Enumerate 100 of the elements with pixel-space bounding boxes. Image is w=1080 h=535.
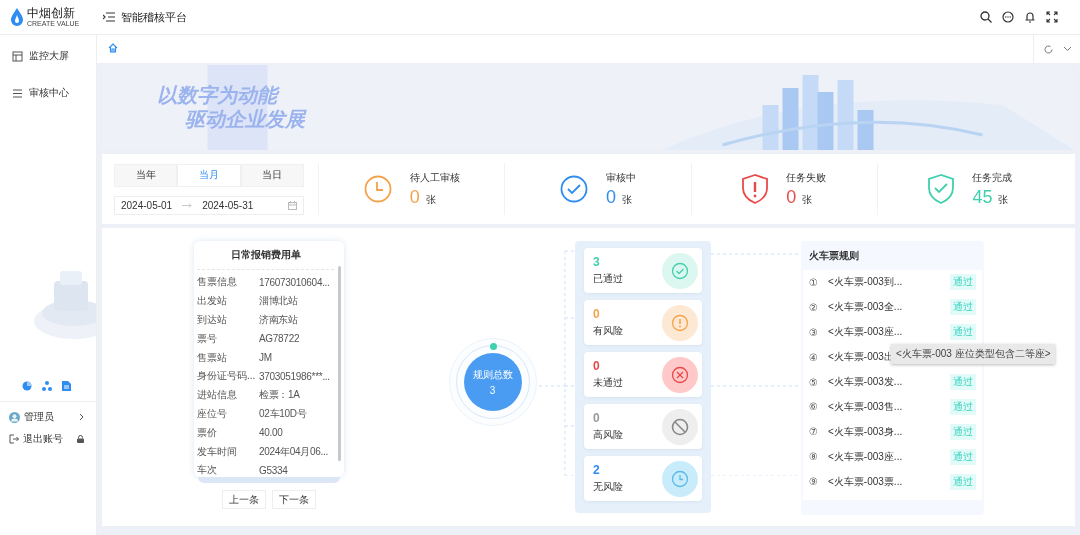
period-tab[interactable]: 当月 <box>177 163 241 187</box>
list-icon <box>12 87 23 99</box>
stat-value: 0 <box>605 186 616 208</box>
result-count: 3 <box>593 255 601 269</box>
result-label: 已通过 <box>593 272 623 286</box>
menu-fold-icon[interactable] <box>103 12 115 22</box>
close-circle-icon <box>671 365 689 384</box>
stat-unit: 张 <box>425 192 436 207</box>
stat-label: 任务完成 <box>972 170 1013 185</box>
bell-icon[interactable] <box>1024 11 1036 23</box>
field-label: 票号 <box>197 331 218 346</box>
stat-label: 待人工审核 <box>409 170 460 185</box>
period-tab[interactable]: 当日 <box>240 163 304 187</box>
rule-name[interactable]: <火车票-003全... <box>828 300 950 315</box>
status-tag: 通过 <box>950 398 976 415</box>
stat-unit: 张 <box>998 192 1009 207</box>
check-circle-icon <box>559 175 588 203</box>
rule-name[interactable]: <火车票-003座... <box>828 449 950 464</box>
field-value: 2024年04月06... <box>259 444 328 459</box>
pie-chart-icon[interactable] <box>22 381 32 391</box>
rule-number: ⑦ <box>809 426 819 438</box>
logout-icon <box>9 434 19 444</box>
nodes-icon[interactable] <box>42 381 52 391</box>
sidebar-item[interactable]: 审核中心 <box>0 80 96 106</box>
status-tag: 通过 <box>950 274 976 291</box>
date-range-field[interactable]: 2024-05-01 2024-05-31 <box>114 195 304 215</box>
stat-value: 45 <box>972 186 993 208</box>
search-icon[interactable] <box>980 11 992 23</box>
calendar-icon <box>288 200 297 210</box>
avatar-icon <box>9 411 20 423</box>
status-tag: 通过 <box>950 423 976 440</box>
field-label: 出发站 <box>197 294 228 309</box>
status-tag: 通过 <box>950 448 976 465</box>
chat-icon[interactable] <box>1002 11 1014 23</box>
rule-name[interactable]: <火车票-003座... <box>828 325 950 340</box>
field-value: 02车10D号 <box>259 406 307 421</box>
check-circle-icon <box>671 261 689 280</box>
clock-icon <box>363 175 392 203</box>
fullscreen-icon[interactable] <box>1046 11 1058 23</box>
rule-name[interactable]: <火车票-003发... <box>828 375 950 389</box>
result-count: 0 <box>593 359 601 373</box>
tooltip: <火车票-003 座位类型包含二等座> <box>891 344 1056 364</box>
chevron-right-icon <box>79 413 84 421</box>
period-tab[interactable]: 当年 <box>114 163 178 187</box>
stat-value: 0 <box>409 186 420 208</box>
chevron-down-icon[interactable] <box>1063 46 1072 52</box>
result-label: 无风险 <box>593 480 623 494</box>
screen-icon <box>12 50 23 62</box>
rule-number: ⑧ <box>809 451 819 463</box>
result-label: 高风险 <box>593 428 623 442</box>
status-tag: 通过 <box>950 299 976 316</box>
warning-circle-icon <box>671 313 689 332</box>
rule-number: ⑥ <box>809 401 819 413</box>
rule-name[interactable]: <火车票-003票... <box>828 474 950 489</box>
sidebar-item[interactable]: 监控大屏 <box>0 43 96 69</box>
result-count: 0 <box>593 307 601 321</box>
field-value: AG78722 <box>259 333 300 345</box>
previous-button[interactable]: 上一条 <box>222 490 266 509</box>
banner-slogan: 以数字为动能 <box>157 83 1075 107</box>
field-label: 进站信息 <box>197 388 238 403</box>
field-label: 座位号 <box>197 406 228 421</box>
rule-name[interactable]: <火车票-003到... <box>828 275 950 290</box>
shield-check-icon <box>928 174 955 204</box>
field-label: 到达站 <box>197 313 228 327</box>
user-menu[interactable]: 管理员 <box>0 402 96 424</box>
rule-number: ⑨ <box>809 476 819 488</box>
document-icon[interactable] <box>62 381 71 391</box>
node-dot <box>489 342 497 350</box>
result-count: 2 <box>593 463 601 477</box>
stat-unit: 张 <box>621 192 632 207</box>
stat-label: 任务失败 <box>786 170 827 185</box>
status-tag: 通过 <box>950 473 976 490</box>
shield-alert-icon <box>742 174 769 204</box>
field-label: 售票站 <box>197 350 228 365</box>
field-value: 176073010604... <box>259 276 330 288</box>
next-button[interactable]: 下一条 <box>272 490 316 509</box>
field-value: 3703051986***... <box>259 370 330 382</box>
arrow-right-icon <box>182 202 193 208</box>
field-label: 票价 <box>197 425 218 440</box>
field-label: 身份证号码... <box>197 369 257 384</box>
logout-link[interactable]: 退出账号 <box>0 424 96 446</box>
rule-number: ⑤ <box>809 376 819 388</box>
scrollbar[interactable] <box>338 266 341 461</box>
rule-name[interactable]: <火车票-003售... <box>828 399 950 414</box>
stat-unit: 张 <box>802 192 813 207</box>
rule-name[interactable]: <火车票-003身... <box>828 424 950 439</box>
document-title: 日常报销费用单 <box>197 245 334 270</box>
field-value: JM <box>259 352 272 364</box>
refresh-icon[interactable] <box>1044 44 1053 54</box>
rule-number: ② <box>809 301 819 313</box>
lock-icon <box>77 435 84 443</box>
field-value: 济南东站 <box>259 313 298 327</box>
total-label: 规则总数 <box>472 367 513 382</box>
rule-number: ③ <box>809 326 819 338</box>
result-label: 有风险 <box>593 324 623 338</box>
banner-slogan: 驱动企业发展 <box>184 107 308 131</box>
field-value: 检票：1A <box>259 388 300 403</box>
result-count: 0 <box>593 411 601 425</box>
stat-value: 0 <box>786 186 797 208</box>
field-value: 40.00 <box>259 427 283 439</box>
